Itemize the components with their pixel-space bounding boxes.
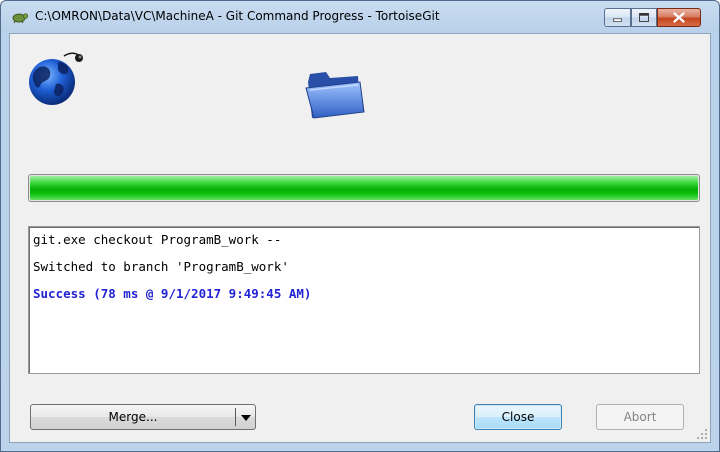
abort-button[interactable]: Abort — [596, 404, 684, 430]
close-icon — [673, 12, 685, 23]
resize-grip-icon[interactable] — [696, 428, 708, 440]
merge-separator — [235, 408, 236, 426]
progress-bar — [28, 174, 700, 202]
folder-icon — [305, 72, 365, 119]
maximize-button[interactable] — [631, 8, 657, 27]
minimize-icon — [613, 18, 622, 22]
close-button[interactable]: Close — [474, 404, 562, 430]
window-title: C:\OMRON\Data\VC\MachineA - Git Command … — [35, 9, 440, 23]
merge-split-button[interactable]: Merge... — [30, 404, 256, 430]
log-line: Success (78 ms @ 9/1/2017 9:49:45 AM) — [33, 286, 312, 301]
title-bar[interactable]: C:\OMRON\Data\VC\MachineA - Git Command … — [1, 1, 719, 33]
merge-button[interactable]: Merge... — [31, 405, 235, 429]
close-window-button[interactable] — [657, 8, 701, 27]
tortoisegit-icon — [12, 13, 29, 24]
dropdown-arrow-icon[interactable] — [237, 405, 255, 429]
progress-fill — [30, 176, 698, 200]
log-line: Switched to branch 'ProgramB_work' — [33, 259, 289, 274]
dialog-client-area: git.exe checkout ProgramB_work -- Switche… — [9, 33, 711, 443]
command-output-log[interactable]: git.exe checkout ProgramB_work -- Switche… — [28, 226, 700, 374]
log-line: git.exe checkout ProgramB_work -- — [33, 232, 282, 247]
minimize-button[interactable] — [604, 8, 631, 27]
globe-icon — [29, 52, 83, 105]
maximize-icon — [639, 13, 649, 22]
dialog-window: C:\OMRON\Data\VC\MachineA - Git Command … — [0, 0, 720, 452]
